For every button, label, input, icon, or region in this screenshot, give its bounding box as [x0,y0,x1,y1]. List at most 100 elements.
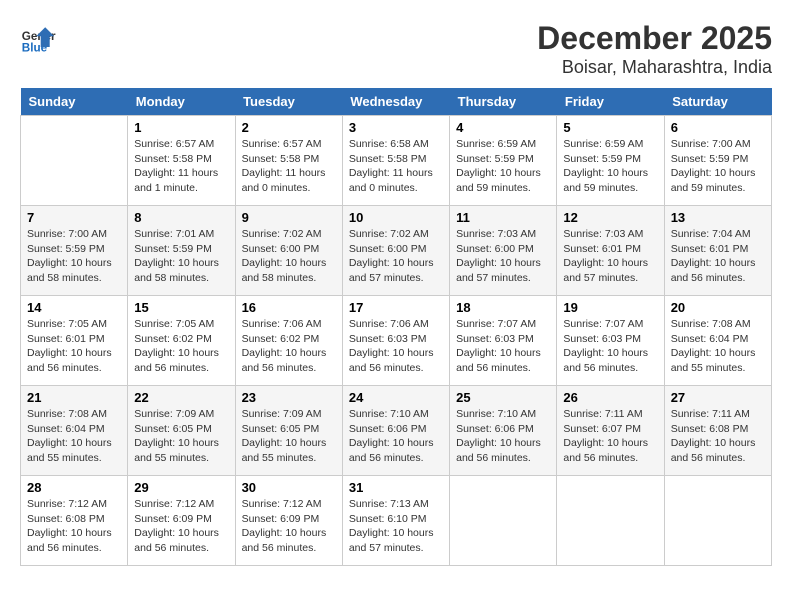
calendar-cell: 23 Sunrise: 7:09 AMSunset: 6:05 PMDayligh… [235,386,342,476]
day-info: Sunrise: 7:13 AMSunset: 6:10 PMDaylight:… [349,497,443,556]
calendar-cell: 22 Sunrise: 7:09 AMSunset: 6:05 PMDayligh… [128,386,235,476]
day-number: 22 [134,390,228,405]
calendar-cell: 12 Sunrise: 7:03 AMSunset: 6:01 PMDayligh… [557,206,664,296]
page-subtitle: Boisar, Maharashtra, India [537,57,772,78]
day-number: 5 [563,120,657,135]
calendar-cell: 14 Sunrise: 7:05 AMSunset: 6:01 PMDayligh… [21,296,128,386]
calendar-cell: 31 Sunrise: 7:13 AMSunset: 6:10 PMDayligh… [342,476,449,566]
day-number: 24 [349,390,443,405]
day-info: Sunrise: 7:02 AMSunset: 6:00 PMDaylight:… [242,227,336,286]
header: General Blue December 2025 Boisar, Mahar… [20,20,772,78]
day-info: Sunrise: 7:08 AMSunset: 6:04 PMDaylight:… [671,317,765,376]
day-number: 10 [349,210,443,225]
calendar-header-thursday: Thursday [450,88,557,116]
day-info: Sunrise: 7:03 AMSunset: 6:01 PMDaylight:… [563,227,657,286]
calendar-cell: 5 Sunrise: 6:59 AMSunset: 5:59 PMDaylight… [557,116,664,206]
day-number: 4 [456,120,550,135]
day-info: Sunrise: 6:59 AMSunset: 5:59 PMDaylight:… [563,137,657,196]
calendar-week-2: 7Sunrise: 7:00 AMSunset: 5:59 PMDaylight… [21,206,772,296]
day-info: Sunrise: 7:12 AMSunset: 6:08 PMDaylight:… [27,497,121,556]
day-number: 8 [134,210,228,225]
day-number: 9 [242,210,336,225]
calendar-table: SundayMondayTuesdayWednesdayThursdayFrid… [20,88,772,566]
calendar-cell: 11 Sunrise: 7:03 AMSunset: 6:00 PMDayligh… [450,206,557,296]
calendar-cell: 4 Sunrise: 6:59 AMSunset: 5:59 PMDaylight… [450,116,557,206]
day-info: Sunrise: 7:06 AMSunset: 6:03 PMDaylight:… [349,317,443,376]
day-info: Sunrise: 7:12 AMSunset: 6:09 PMDaylight:… [242,497,336,556]
calendar-cell [450,476,557,566]
day-number: 3 [349,120,443,135]
calendar-cell: 13 Sunrise: 7:04 AMSunset: 6:01 PMDayligh… [664,206,771,296]
day-info: Sunrise: 6:59 AMSunset: 5:59 PMDaylight:… [456,137,550,196]
day-number: 13 [671,210,765,225]
day-info: Sunrise: 6:57 AMSunset: 5:58 PMDaylight:… [134,137,228,196]
calendar-cell: 27Sunrise: 7:11 AMSunset: 6:08 PMDayligh… [664,386,771,476]
day-info: Sunrise: 7:05 AMSunset: 6:02 PMDaylight:… [134,317,228,376]
calendar-week-5: 28 Sunrise: 7:12 AMSunset: 6:08 PMDayligh… [21,476,772,566]
calendar-week-4: 21 Sunrise: 7:08 AMSunset: 6:04 PMDayligh… [21,386,772,476]
day-info: Sunrise: 7:11 AMSunset: 6:07 PMDaylight:… [563,407,657,466]
day-number: 11 [456,210,550,225]
day-info: Sunrise: 6:57 AMSunset: 5:58 PMDaylight:… [242,137,336,196]
day-info: Sunrise: 7:09 AMSunset: 6:05 PMDaylight:… [134,407,228,466]
day-number: 17 [349,300,443,315]
calendar-cell: 10 Sunrise: 7:02 AMSunset: 6:00 PMDayligh… [342,206,449,296]
logo-icon: General Blue [20,20,56,56]
day-number: 16 [242,300,336,315]
day-number: 25 [456,390,550,405]
day-info: Sunrise: 7:05 AMSunset: 6:01 PMDaylight:… [27,317,121,376]
day-number: 29 [134,480,228,495]
calendar-cell: 19Sunrise: 7:07 AMSunset: 6:03 PMDayligh… [557,296,664,386]
day-info: Sunrise: 7:08 AMSunset: 6:04 PMDaylight:… [27,407,121,466]
day-number: 20 [671,300,765,315]
calendar-cell: 28 Sunrise: 7:12 AMSunset: 6:08 PMDayligh… [21,476,128,566]
day-number: 28 [27,480,121,495]
calendar-header-friday: Friday [557,88,664,116]
calendar-cell: 26Sunrise: 7:11 AMSunset: 6:07 PMDayligh… [557,386,664,476]
page-title: December 2025 [537,20,772,57]
day-info: Sunrise: 7:09 AMSunset: 6:05 PMDaylight:… [242,407,336,466]
calendar-cell: 29 Sunrise: 7:12 AMSunset: 6:09 PMDayligh… [128,476,235,566]
day-info: Sunrise: 7:04 AMSunset: 6:01 PMDaylight:… [671,227,765,286]
calendar-cell: 1 Sunrise: 6:57 AMSunset: 5:58 PMDaylight… [128,116,235,206]
calendar-cell [664,476,771,566]
calendar-cell: 30Sunrise: 7:12 AMSunset: 6:09 PMDayligh… [235,476,342,566]
day-number: 31 [349,480,443,495]
day-info: Sunrise: 7:00 AMSunset: 5:59 PMDaylight:… [671,137,765,196]
calendar-header-monday: Monday [128,88,235,116]
calendar-header-row: SundayMondayTuesdayWednesdayThursdayFrid… [21,88,772,116]
logo: General Blue [20,20,56,56]
calendar-cell: 16 Sunrise: 7:06 AMSunset: 6:02 PMDayligh… [235,296,342,386]
calendar-cell: 15 Sunrise: 7:05 AMSunset: 6:02 PMDayligh… [128,296,235,386]
calendar-cell: 6Sunrise: 7:00 AMSunset: 5:59 PMDaylight… [664,116,771,206]
calendar-cell: 7Sunrise: 7:00 AMSunset: 5:59 PMDaylight… [21,206,128,296]
day-info: Sunrise: 7:02 AMSunset: 6:00 PMDaylight:… [349,227,443,286]
calendar-cell [21,116,128,206]
day-info: Sunrise: 7:12 AMSunset: 6:09 PMDaylight:… [134,497,228,556]
day-number: 2 [242,120,336,135]
calendar-week-1: 1 Sunrise: 6:57 AMSunset: 5:58 PMDaylight… [21,116,772,206]
calendar-cell [557,476,664,566]
day-info: Sunrise: 7:01 AMSunset: 5:59 PMDaylight:… [134,227,228,286]
day-number: 1 [134,120,228,135]
calendar-cell: 17 Sunrise: 7:06 AMSunset: 6:03 PMDayligh… [342,296,449,386]
day-info: Sunrise: 7:07 AMSunset: 6:03 PMDaylight:… [563,317,657,376]
day-info: Sunrise: 7:10 AMSunset: 6:06 PMDaylight:… [349,407,443,466]
calendar-cell: 18Sunrise: 7:07 AMSunset: 6:03 PMDayligh… [450,296,557,386]
calendar-cell: 21 Sunrise: 7:08 AMSunset: 6:04 PMDayligh… [21,386,128,476]
day-number: 21 [27,390,121,405]
day-number: 7 [27,210,121,225]
calendar-cell: 3Sunrise: 6:58 AMSunset: 5:58 PMDaylight… [342,116,449,206]
calendar-cell: 2 Sunrise: 6:57 AMSunset: 5:58 PMDaylight… [235,116,342,206]
day-number: 15 [134,300,228,315]
day-info: Sunrise: 7:03 AMSunset: 6:00 PMDaylight:… [456,227,550,286]
day-info: Sunrise: 7:06 AMSunset: 6:02 PMDaylight:… [242,317,336,376]
day-number: 12 [563,210,657,225]
calendar-cell: 20 Sunrise: 7:08 AMSunset: 6:04 PMDayligh… [664,296,771,386]
calendar-header-saturday: Saturday [664,88,771,116]
calendar-header-tuesday: Tuesday [235,88,342,116]
day-number: 14 [27,300,121,315]
calendar-cell: 25Sunrise: 7:10 AMSunset: 6:06 PMDayligh… [450,386,557,476]
day-number: 23 [242,390,336,405]
day-number: 18 [456,300,550,315]
